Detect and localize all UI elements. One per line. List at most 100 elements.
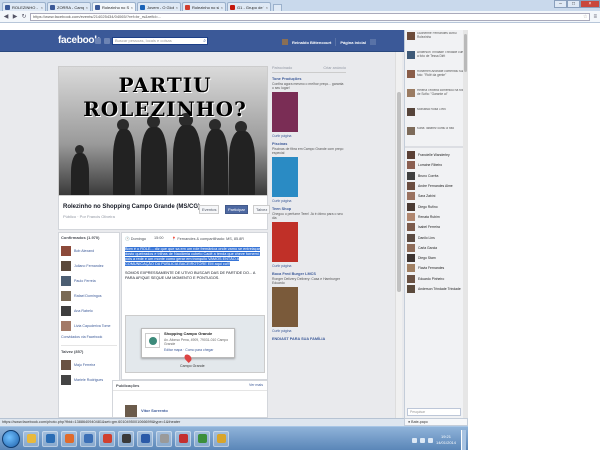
messages-icon[interactable] bbox=[104, 38, 110, 44]
taskbar-app-icon[interactable] bbox=[137, 430, 153, 447]
see-all-link[interactable]: Convidados via Facebook bbox=[61, 335, 117, 339]
scrollbar-thumb[interactable] bbox=[464, 34, 467, 72]
attendee-item[interactable]: Rafael Domingos bbox=[61, 288, 117, 303]
attendee-item[interactable]: Livia Capuderiva Tome bbox=[61, 318, 117, 333]
map-directions-link[interactable]: Editar mapa · Como para chegar bbox=[164, 348, 231, 352]
avatar[interactable] bbox=[125, 405, 137, 417]
maybe-button[interactable]: Talvez bbox=[253, 205, 271, 214]
see-more-link[interactable]: Ver mais bbox=[249, 383, 263, 387]
chat-bar-button[interactable]: ● Bate-papo bbox=[404, 418, 468, 426]
ad-image[interactable] bbox=[272, 157, 298, 197]
taskbar-app-icon[interactable] bbox=[99, 430, 115, 447]
attendee-item[interactable]: Ana Rabelo bbox=[61, 303, 117, 318]
page-scrollbar[interactable] bbox=[395, 52, 402, 418]
address-bar[interactable]: https://www.facebook.com/events/21402543… bbox=[30, 12, 591, 21]
chat-contact[interactable]: Sara Zabini bbox=[405, 191, 468, 201]
taskbar-app-icon[interactable] bbox=[213, 430, 229, 447]
chat-contact[interactable]: Danilo Lins bbox=[405, 232, 468, 242]
wrench-menu-icon[interactable]: ≡ bbox=[593, 14, 597, 20]
new-tab-button[interactable] bbox=[273, 4, 282, 11]
close-tab-icon[interactable]: × bbox=[41, 5, 43, 10]
taskbar-app-icon[interactable] bbox=[118, 430, 134, 447]
selected-text[interactable]: Bom é o ROLE... diz que que sa em um rol… bbox=[125, 247, 261, 266]
chat-contact[interactable]: Diego Stam bbox=[405, 253, 468, 263]
ticker-item[interactable]: Karla Tabarez curtiu a foto bbox=[405, 125, 468, 144]
attendee-item[interactable]: Maju Ferreira bbox=[61, 357, 117, 372]
like-page-link[interactable]: Curtir página bbox=[272, 199, 346, 203]
taskbar-clock[interactable]: 19:21 14/01/2014 bbox=[436, 434, 456, 446]
taskbar-app-icon[interactable] bbox=[42, 430, 58, 447]
chat-contact[interactable]: Carla Garcia bbox=[405, 243, 468, 253]
close-tab-icon[interactable]: × bbox=[86, 5, 88, 10]
taskbar-app-icon[interactable] bbox=[156, 430, 172, 447]
chat-contact[interactable]: Diego Rufino bbox=[405, 201, 468, 211]
tray-flag-icon[interactable] bbox=[411, 437, 417, 443]
post-author[interactable]: Vitor Sorrento bbox=[141, 408, 168, 413]
browser-tab[interactable]: ZORRA - Campo Grande× bbox=[47, 2, 91, 11]
forward-icon[interactable]: ▶ bbox=[12, 13, 18, 20]
attendee-item[interactable]: Juliano Fernandez bbox=[61, 258, 117, 273]
ticker-item[interactable]: Guilherme Fernandes curtiu Rolezinho bbox=[405, 30, 468, 49]
chat-contact[interactable]: Flavia Fernandes bbox=[405, 263, 468, 273]
facebook-logo[interactable]: facebook bbox=[58, 35, 100, 46]
tray-network-icon[interactable] bbox=[419, 437, 425, 443]
attendee-item[interactable]: Paulo Ferreia bbox=[61, 273, 117, 288]
chat-contact[interactable]: Francielle Wanderley bbox=[405, 150, 468, 160]
ticker-item[interactable]: Anderson Trindade Trindade curtiu a foto… bbox=[405, 49, 468, 68]
event-map[interactable]: Shopping Campo Grande Av. Afonso Pena, 4… bbox=[125, 315, 265, 373]
close-tab-icon[interactable]: × bbox=[131, 5, 133, 10]
close-window-icon[interactable]: × bbox=[580, 0, 600, 8]
chat-contact[interactable]: Lorraine Ribeiro bbox=[405, 160, 468, 170]
sponsored-ad[interactable]: Teen Shop Chegou o perfume Teen! Já é óti… bbox=[272, 207, 346, 268]
event-place[interactable]: 📍 Fernandes & compartilhado: MS, 85.8R bbox=[172, 236, 245, 241]
ticker-item[interactable]: Monalisa Rosa 1990 bbox=[405, 106, 468, 125]
maximize-icon[interactable]: □ bbox=[567, 0, 580, 8]
bookmark-star-icon[interactable]: ☆ bbox=[583, 14, 587, 20]
create-ad-link[interactable]: Criar anúncio bbox=[323, 66, 346, 70]
home-link[interactable]: Página inicial bbox=[340, 40, 366, 45]
scrollbar-thumb[interactable] bbox=[397, 92, 401, 292]
user-name-link[interactable]: Reinaldo Bittencourt bbox=[292, 40, 331, 45]
taskbar-app-icon[interactable] bbox=[23, 430, 39, 447]
event-cover-photo[interactable]: PARTIU ROLEZINHO? bbox=[58, 66, 268, 196]
chat-contact[interactable]: Eduardo Pinheiro bbox=[405, 274, 468, 284]
ad-title[interactable]: Boca Fred Burger LMCS bbox=[272, 272, 346, 276]
ad-image[interactable] bbox=[272, 92, 298, 132]
maybe-header[interactable]: Talvez (857) bbox=[61, 345, 117, 354]
taskbar-app-icon[interactable] bbox=[194, 430, 210, 447]
taskbar-app-icon[interactable] bbox=[175, 430, 191, 447]
ad-title[interactable]: Tone Produções bbox=[272, 77, 346, 81]
taskbar-app-icon[interactable] bbox=[61, 430, 77, 447]
close-tab-icon[interactable]: × bbox=[221, 5, 223, 10]
minimize-icon[interactable]: – bbox=[554, 0, 567, 8]
ad-image[interactable] bbox=[272, 222, 298, 262]
chat-contact[interactable]: Renata Rubim bbox=[405, 212, 468, 222]
chat-contact[interactable]: Bruno Corrêa bbox=[405, 171, 468, 181]
chat-search-input[interactable]: Pesquisar bbox=[407, 408, 461, 416]
like-page-link[interactable]: Curtir página bbox=[272, 134, 346, 138]
start-button[interactable] bbox=[2, 429, 20, 448]
ads-footer-title[interactable]: ENDIAST PARA SUA FAMÍLIA bbox=[272, 337, 325, 341]
like-page-link[interactable]: Curtir página bbox=[272, 329, 346, 333]
ad-title[interactable]: Piscinas bbox=[272, 142, 346, 146]
taskbar-app-icon[interactable] bbox=[80, 430, 96, 447]
chat-contact[interactable]: Anderson Trindade Trindade bbox=[405, 284, 468, 294]
ad-title[interactable]: Teen Shop bbox=[272, 207, 346, 211]
map-place-title[interactable]: Shopping Campo Grande bbox=[164, 331, 231, 336]
browser-tab[interactable]: G1 - Grupo de 'rolê' em× bbox=[227, 2, 271, 11]
attendee-item[interactable]: Mariele Rodrigues bbox=[61, 372, 117, 387]
gear-icon[interactable] bbox=[369, 39, 376, 45]
sponsored-ad[interactable]: Piscinas Piscinas de fibra em Campo Grand… bbox=[272, 142, 346, 203]
events-button[interactable]: Eventos bbox=[199, 205, 220, 214]
chat-contact[interactable]: Andre Fernandes Alme bbox=[405, 181, 468, 191]
search-icon[interactable]: ⌕ bbox=[203, 38, 206, 44]
back-icon[interactable]: ◀ bbox=[3, 13, 9, 20]
show-desktop-button[interactable] bbox=[461, 430, 466, 450]
browser-tab[interactable]: Rolezinho no Shopping C× bbox=[92, 2, 136, 11]
attendee-item[interactable]: Bob Alexand bbox=[61, 243, 117, 258]
ticker-item[interactable]: Helena Teixeira comentou na foto de Sofi… bbox=[405, 87, 468, 106]
friend-requests-icon[interactable] bbox=[95, 38, 101, 44]
browser-tab[interactable]: ROLEZINHO - Campo Grande× bbox=[2, 2, 46, 11]
like-page-link[interactable]: Curtir página bbox=[272, 264, 346, 268]
attendees-header[interactable]: Confirmados (1.970) bbox=[61, 235, 117, 240]
